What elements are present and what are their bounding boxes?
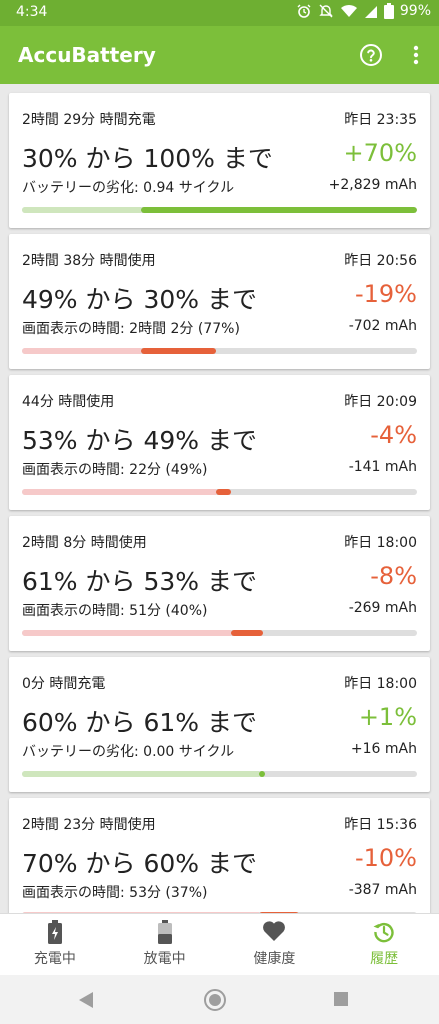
session-duration: 0分 時間充電	[22, 676, 106, 692]
session-date: 昨日 20:56	[344, 253, 417, 269]
session-level-bar	[22, 630, 417, 636]
session-mah: -269 mAh	[348, 600, 417, 616]
nav-tab-charging[interactable]: 充電中	[0, 914, 110, 976]
alarm-icon	[297, 4, 311, 18]
status-bar: 4:34 99%	[0, 0, 439, 26]
session-date: 昨日 20:09	[344, 394, 417, 410]
nav-tab-history[interactable]: 履歴	[329, 914, 439, 976]
session-range: 61% から 53% まで	[22, 567, 257, 596]
session-duration: 2時間 38分 時間使用	[22, 253, 156, 269]
bar-session-segment	[231, 630, 263, 636]
session-range: 30% から 100% まで	[22, 144, 273, 173]
session-change: +1%	[358, 703, 417, 731]
session-range: 53% から 49% まで	[22, 426, 257, 455]
session-change: -19%	[354, 280, 417, 308]
battery-icon	[383, 3, 394, 19]
session-date: 昨日 18:00	[344, 535, 417, 551]
bar-previous-level	[22, 348, 141, 354]
session-mah: -702 mAh	[348, 318, 417, 334]
session-detail: バッテリーの劣化: 0.94 サイクル	[22, 180, 235, 196]
session-detail: 画面表示の時間: 53分 (37%)	[22, 885, 208, 901]
app-bar: AccuBattery	[0, 26, 439, 84]
session-change: +70%	[343, 139, 417, 167]
history-icon	[373, 922, 394, 943]
session-mah: -387 mAh	[348, 882, 417, 898]
bar-session-segment	[140, 207, 417, 213]
session-card[interactable]: 2時間 29分 時間充電 昨日 23:35 30% から 100% まで +70…	[9, 93, 430, 228]
session-range: 70% から 60% まで	[22, 849, 257, 878]
session-level-bar	[22, 348, 417, 354]
session-change: -10%	[354, 844, 417, 872]
session-detail: バッテリーの劣化: 0.00 サイクル	[22, 744, 235, 760]
session-mah: -141 mAh	[348, 459, 417, 475]
session-change: -8%	[370, 562, 417, 590]
session-detail: 画面表示の時間: 2時間 2分 (77%)	[22, 321, 240, 337]
bar-previous-level	[22, 207, 141, 213]
nav-tab-health[interactable]: 健康度	[220, 914, 330, 976]
signal-icon	[364, 6, 377, 18]
wifi-icon	[340, 4, 357, 17]
home-icon[interactable]	[203, 988, 227, 1012]
bar-session-segment	[140, 348, 216, 354]
session-mah: +16 mAh	[350, 741, 417, 757]
session-date: 昨日 15:36	[344, 817, 417, 833]
session-level-bar	[22, 771, 417, 777]
session-duration: 2時間 8分 時間使用	[22, 535, 147, 551]
nav-tab-label: 放電中	[143, 951, 186, 967]
bottom-navigation: 充電中 放電中 健康度 履歴	[0, 913, 439, 976]
battery-discharging-icon	[157, 920, 172, 944]
session-level-bar	[22, 207, 417, 213]
history-list[interactable]: 2時間 29分 時間充電 昨日 23:35 30% から 100% まで +70…	[0, 84, 439, 913]
bar-session-segment	[259, 771, 265, 777]
session-card[interactable]: 44分 時間使用 昨日 20:09 53% から 49% まで -4% 画面表示…	[9, 375, 430, 510]
bar-previous-level	[22, 771, 259, 777]
nav-tab-label: 履歴	[370, 951, 399, 967]
bar-previous-level	[22, 489, 216, 495]
session-mah: +2,829 mAh	[328, 177, 417, 193]
session-duration: 44分 時間使用	[22, 394, 115, 410]
app-title: AccuBattery	[18, 43, 156, 67]
back-icon[interactable]	[78, 991, 94, 1009]
battery-percent: 99%	[399, 3, 431, 19]
session-card[interactable]: 0分 時間充電 昨日 18:00 60% から 61% まで +1% バッテリー…	[9, 657, 430, 792]
nav-tab-label: 充電中	[33, 951, 76, 967]
session-duration: 2時間 29分 時間充電	[22, 112, 156, 128]
session-level-bar	[22, 489, 417, 495]
session-change: -4%	[370, 421, 417, 449]
session-card[interactable]: 2時間 23分 時間使用 昨日 15:36 70% から 60% まで -10%…	[9, 798, 430, 913]
session-range: 60% から 61% まで	[22, 708, 257, 737]
session-detail: 画面表示の時間: 51分 (40%)	[22, 603, 208, 619]
nav-tab-discharging[interactable]: 放電中	[110, 914, 220, 976]
status-time: 4:34	[16, 4, 48, 20]
session-duration: 2時間 23分 時間使用	[22, 817, 156, 833]
session-card[interactable]: 2時間 38分 時間使用 昨日 20:56 49% から 30% まで -19%…	[9, 234, 430, 369]
system-navigation-bar	[0, 975, 439, 1024]
nav-tab-label: 健康度	[253, 951, 296, 967]
session-range: 49% から 30% まで	[22, 285, 257, 314]
session-card[interactable]: 2時間 8分 時間使用 昨日 18:00 61% から 53% まで -8% 画…	[9, 516, 430, 651]
notifications-off-icon	[319, 4, 333, 18]
status-icons: 99%	[296, 3, 431, 19]
bar-session-segment	[215, 489, 232, 495]
bar-previous-level	[22, 630, 232, 636]
session-date: 昨日 23:35	[344, 112, 417, 128]
help-icon[interactable]	[359, 43, 383, 67]
battery-charging-icon	[47, 920, 62, 944]
session-date: 昨日 18:00	[344, 676, 417, 692]
session-detail: 画面表示の時間: 22分 (49%)	[22, 462, 208, 478]
heart-icon	[263, 921, 286, 941]
recent-apps-icon[interactable]	[334, 992, 348, 1006]
overflow-menu-icon[interactable]	[406, 43, 426, 67]
